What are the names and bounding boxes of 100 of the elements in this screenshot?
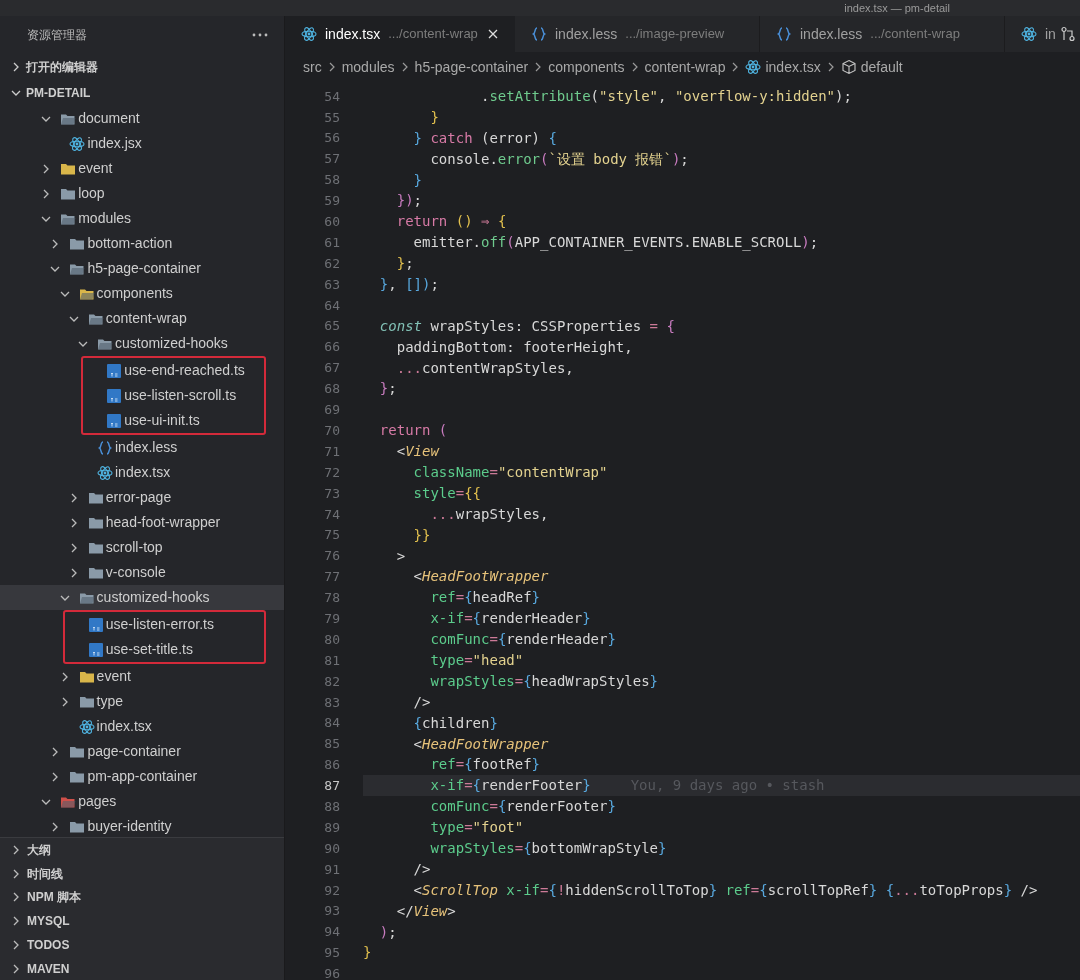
tree-item[interactable]: event xyxy=(0,156,284,181)
tree-item[interactable]: content-wrap xyxy=(0,306,284,331)
tree-item[interactable]: v-console xyxy=(0,560,284,585)
code-line: ref={footRef} xyxy=(429,755,541,775)
code-line: ...wrapStyles, xyxy=(429,504,549,524)
line-number: 71 xyxy=(323,442,340,461)
line-number: 80 xyxy=(323,630,340,649)
line-number: 84 xyxy=(323,714,340,733)
code-line: }; xyxy=(378,379,397,399)
tree-item[interactable]: use-listen-scroll.ts xyxy=(83,383,264,408)
tree-item[interactable]: page-container xyxy=(0,739,284,764)
line-number: 64 xyxy=(323,296,340,315)
line-number: 54 xyxy=(323,87,340,106)
code-line: }; xyxy=(395,254,414,274)
tree-item[interactable]: use-ui-init.ts xyxy=(83,408,264,433)
line-number: 92 xyxy=(323,881,340,900)
line-number: 96 xyxy=(323,965,340,980)
editor-tab[interactable]: index.tsx .../content-wrap xyxy=(285,16,515,52)
tree-item[interactable]: index.less xyxy=(0,435,284,460)
breadcrumb-item[interactable]: default xyxy=(860,56,903,78)
line-number: 74 xyxy=(323,505,340,524)
line-number: 77 xyxy=(323,568,340,587)
line-number: 65 xyxy=(323,317,340,336)
tree-item[interactable]: document xyxy=(0,106,284,131)
tree-item[interactable]: error-page xyxy=(0,485,284,510)
tree-item[interactable]: pm-app-container xyxy=(0,764,284,789)
more-icon[interactable] xyxy=(252,33,268,37)
line-number: 59 xyxy=(323,192,340,211)
panel-header[interactable]: MYSQL xyxy=(0,909,284,934)
line-number: 68 xyxy=(323,380,340,399)
panel-header[interactable]: TODOS xyxy=(0,933,284,957)
line-number: 76 xyxy=(323,547,340,566)
code-line: comFunc={renderFooter} xyxy=(429,797,616,817)
panel-header[interactable]: NPM 脚本 xyxy=(0,885,284,910)
react-icon xyxy=(745,59,762,75)
line-number: 90 xyxy=(323,839,340,858)
code-line: emitter.off(APP_CONTAINER_EVENTS.ENABLE_SCROLL); xyxy=(412,233,819,253)
react-icon xyxy=(301,26,317,42)
line-number: 55 xyxy=(323,108,340,127)
code-line: <ScrollTop x-if={!hiddenScrollToTop} ref={scrollTopRef} {...toTopProps} /> xyxy=(412,880,1038,900)
breadcrumb-item[interactable]: components xyxy=(548,56,625,78)
breadcrumb-item[interactable]: content-wrap xyxy=(644,56,726,78)
code-line: <View xyxy=(395,442,439,462)
ts-file-icon xyxy=(106,412,123,429)
line-number: 93 xyxy=(323,902,340,921)
tree-item[interactable]: scroll-top xyxy=(0,535,284,560)
code-line: x-if={renderHeader} xyxy=(429,609,591,629)
tree-item[interactable]: buyer-identity xyxy=(0,814,284,837)
line-number: 78 xyxy=(323,589,340,608)
line-number: 57 xyxy=(323,150,340,169)
code-line: ); xyxy=(378,922,397,942)
react-icon xyxy=(97,464,113,481)
compare-icon[interactable] xyxy=(1060,26,1076,42)
line-number: 95 xyxy=(323,944,340,963)
code-line: .setAttribute("style", "overflow-y:hidden"); xyxy=(480,86,852,106)
tree-item[interactable]: index.tsx xyxy=(0,714,284,739)
panel-header[interactable]: 时间线 xyxy=(0,861,284,886)
tree-item[interactable]: use-listen-error.ts xyxy=(64,612,264,637)
breadcrumb-item[interactable]: src xyxy=(303,56,322,78)
tree-item[interactable]: use-set-title.ts xyxy=(64,637,264,662)
tree-item[interactable]: index.tsx xyxy=(0,460,284,485)
code-line: <HeadFootWrapper xyxy=(412,567,549,587)
line-number: 87 xyxy=(323,777,340,796)
line-number: 91 xyxy=(323,860,340,879)
tree-item[interactable]: loop xyxy=(0,181,284,206)
line-number: 62 xyxy=(323,254,340,273)
code-line: return ( xyxy=(378,421,448,441)
code-line: ...contentWrapStyles, xyxy=(395,358,574,378)
code-line: }} xyxy=(412,525,431,545)
breadcrumb-item[interactable]: h5-page-container xyxy=(414,56,529,78)
panel-header[interactable]: MAVEN xyxy=(0,957,284,980)
react-icon xyxy=(69,135,86,152)
line-number: 61 xyxy=(323,233,340,252)
code-line: type="head" xyxy=(429,651,524,670)
sidebar-title: 资源管理器 xyxy=(27,27,87,44)
tree-item[interactable]: h5-page-container xyxy=(0,256,284,281)
tree-item[interactable]: event xyxy=(0,664,284,689)
breadcrumb-item[interactable]: modules xyxy=(341,56,395,78)
tree-item[interactable]: customized-hooks xyxy=(0,585,284,610)
tree-item[interactable]: modules xyxy=(0,206,284,231)
tree-item[interactable]: type xyxy=(0,689,284,714)
code-line: console.error(`设置 body 报错`); xyxy=(429,149,689,169)
panel-header[interactable]: 大纲 xyxy=(0,838,284,862)
breadcrumb-item[interactable]: index.tsx xyxy=(765,56,821,78)
tree-item[interactable]: pages xyxy=(0,789,284,814)
braces-icon xyxy=(531,26,547,42)
tree-item[interactable]: customized-hooks xyxy=(0,331,284,356)
line-number: 56 xyxy=(323,129,340,148)
code-line: }, []); xyxy=(378,274,439,294)
tree-item[interactable]: bottom-action xyxy=(0,231,284,256)
tree-item[interactable]: use-end-reached.ts xyxy=(83,358,264,383)
tree-item[interactable]: head-foot-wrapper xyxy=(0,510,284,535)
code-line: paddingBottom: footerHeight, xyxy=(395,337,633,357)
line-number: 82 xyxy=(323,672,340,691)
tree-item[interactable]: index.jsx xyxy=(0,131,284,156)
code-line: {children} xyxy=(412,713,498,733)
line-number: 58 xyxy=(323,171,340,190)
tree-item[interactable]: components xyxy=(0,281,284,306)
line-number: 86 xyxy=(323,756,340,775)
code-line: }); xyxy=(395,191,422,211)
